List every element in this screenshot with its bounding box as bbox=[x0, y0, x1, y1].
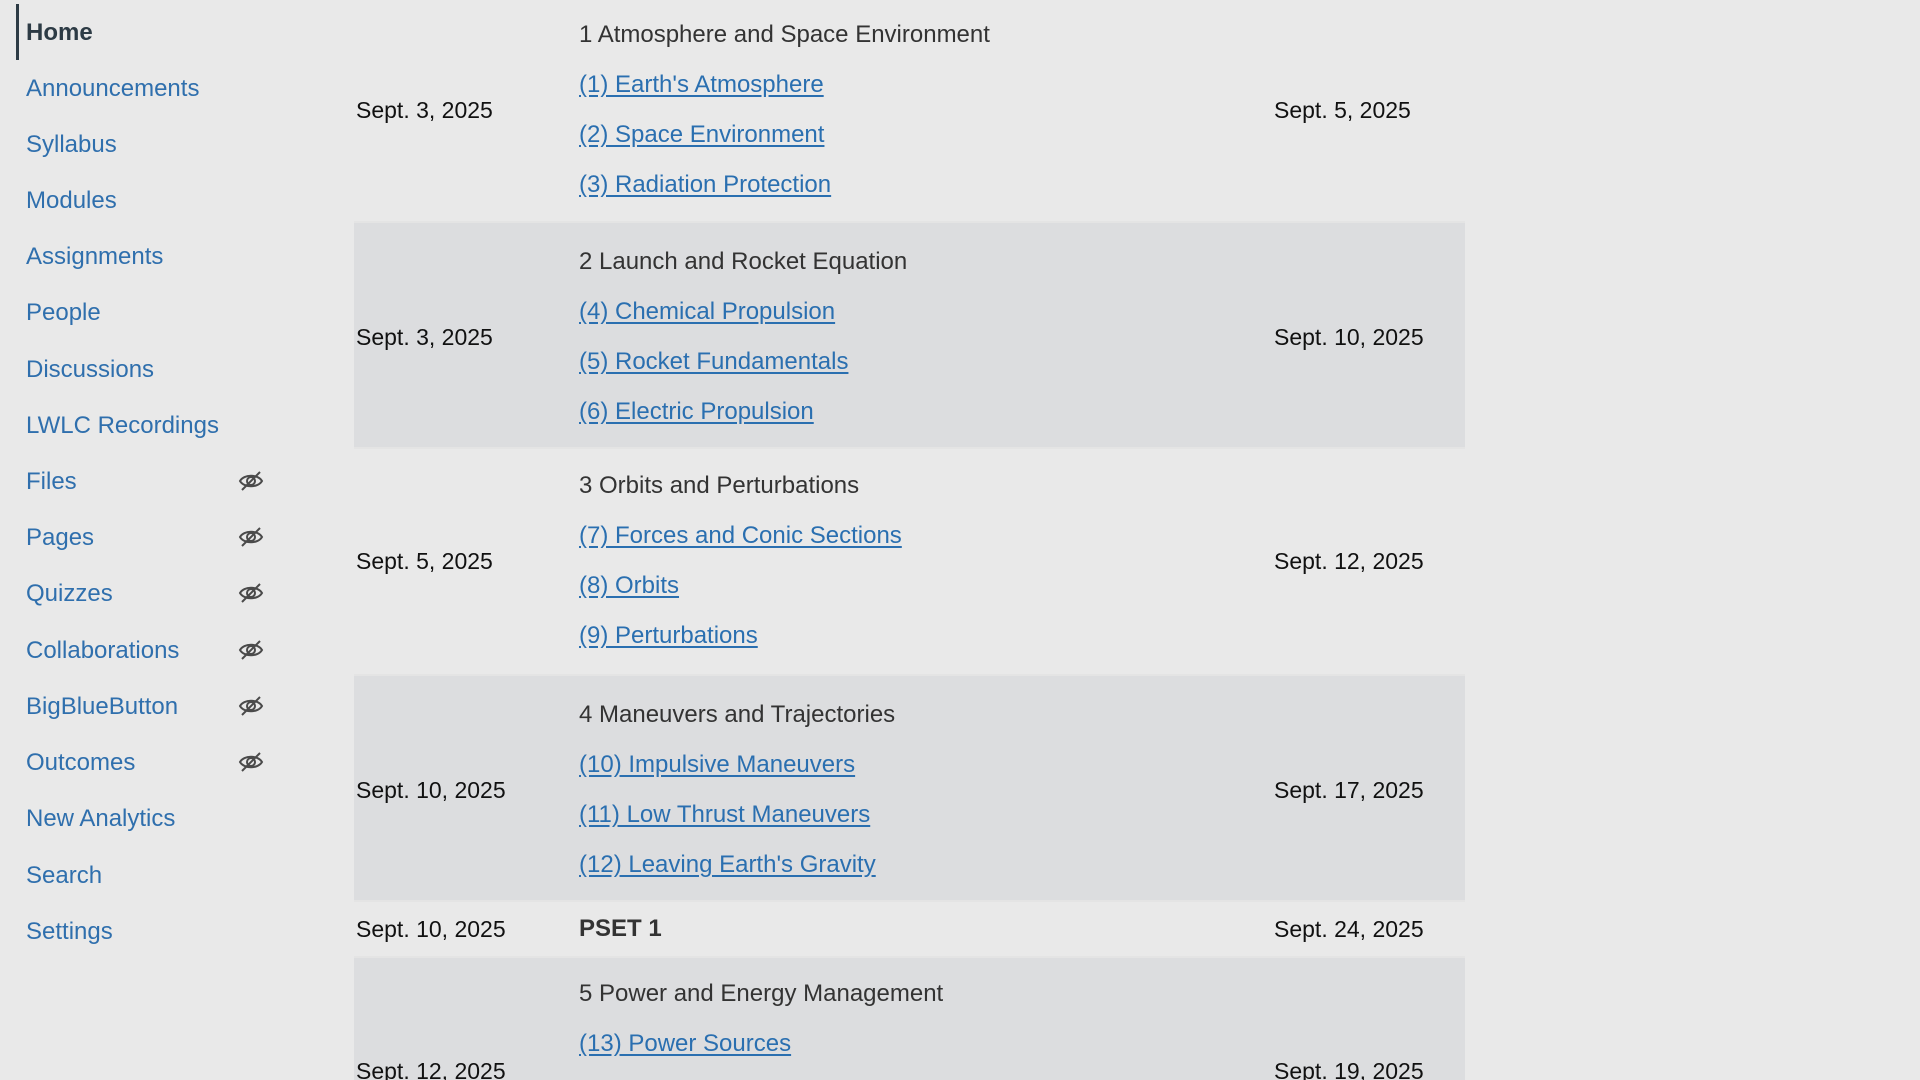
sidebar-item-label: LWLC Recordings bbox=[26, 412, 219, 439]
sidebar-item-label: People bbox=[26, 299, 101, 326]
eye-slash-icon bbox=[238, 471, 264, 491]
sidebar-item-label: Pages bbox=[26, 524, 95, 551]
sidebar-item-home[interactable]: Home bbox=[26, 13, 246, 53]
lecture-link[interactable]: (10) Impulsive Maneuvers bbox=[579, 751, 855, 779]
module-title: 3 Orbits and Perturbations bbox=[579, 472, 860, 499]
sidebar-item-pages[interactable]: Pages bbox=[26, 518, 264, 558]
due-date: Sept. 24, 2025 bbox=[1274, 916, 1424, 942]
lecture-link[interactable]: (8) Orbits bbox=[579, 572, 679, 600]
eye-slash-icon bbox=[238, 527, 264, 547]
sidebar-item-lwlc-recordings[interactable]: LWLC Recordings bbox=[26, 406, 246, 446]
sidebar-item-label: Collaborations bbox=[26, 637, 180, 664]
sidebar-item-label: Discussions bbox=[26, 356, 155, 383]
sidebar-item-discussions[interactable]: Discussions bbox=[26, 350, 246, 390]
sidebar-item-label: Outcomes bbox=[26, 749, 136, 776]
start-date: Sept. 10, 2025 bbox=[356, 916, 506, 942]
page: Home Announcements Syllabus Modules Assi… bbox=[0, 0, 1920, 1080]
lecture-link[interactable]: (11) Low Thrust Maneuvers bbox=[579, 801, 870, 829]
sidebar-item-syllabus[interactable]: Syllabus bbox=[26, 125, 246, 165]
sidebar-item-files[interactable]: Files bbox=[26, 462, 264, 502]
sidebar-item-collaborations[interactable]: Collaborations bbox=[26, 631, 264, 671]
sidebar-item-announcements[interactable]: Announcements bbox=[26, 69, 246, 109]
module-title: 1 Atmosphere and Space Environment bbox=[579, 21, 990, 48]
lecture-link[interactable]: (4) Chemical Propulsion bbox=[579, 298, 835, 326]
table-row: Sept. 10, 2025 PSET 1 Sept. 24, 2025 bbox=[354, 902, 1465, 956]
assignment-title: PSET 1 bbox=[579, 915, 662, 942]
eye-slash-icon bbox=[238, 583, 264, 603]
sidebar-item-label: Settings bbox=[26, 918, 113, 945]
start-date: Sept. 3, 2025 bbox=[356, 324, 493, 350]
sidebar-item-label: Files bbox=[26, 468, 77, 495]
module-title: 2 Launch and Rocket Equation bbox=[579, 248, 908, 275]
start-date: Sept. 3, 2025 bbox=[356, 97, 493, 123]
lecture-link[interactable]: (2) Space Environment bbox=[579, 121, 824, 149]
sidebar-item-label: Syllabus bbox=[26, 131, 117, 158]
sidebar-item-new-analytics[interactable]: New Analytics bbox=[26, 799, 246, 839]
lecture-link[interactable]: (3) Radiation Protection bbox=[579, 171, 831, 199]
table-row: Sept. 3, 2025 1 Atmosphere and Space Env… bbox=[354, 0, 1465, 221]
table-row: Sept. 3, 2025 2 Launch and Rocket Equati… bbox=[354, 221, 1465, 449]
course-nav-sidebar: Home Announcements Syllabus Modules Assi… bbox=[0, 0, 264, 1080]
sidebar-item-label: BigBlueButton bbox=[26, 693, 179, 720]
table-row: Sept. 12, 2025 5 Power and Energy Manage… bbox=[354, 956, 1465, 1080]
due-date: Sept. 12, 2025 bbox=[1274, 548, 1424, 574]
module-title: 5 Power and Energy Management bbox=[579, 980, 944, 1007]
sidebar-item-search[interactable]: Search bbox=[26, 856, 246, 896]
start-date: Sept. 12, 2025 bbox=[356, 1058, 506, 1080]
lecture-link[interactable]: (13) Power Sources bbox=[579, 1030, 791, 1058]
due-date: Sept. 10, 2025 bbox=[1274, 324, 1424, 350]
sidebar-item-label: Quizzes bbox=[26, 580, 113, 607]
due-date: Sept. 5, 2025 bbox=[1274, 97, 1411, 123]
sidebar-item-assignments[interactable]: Assignments bbox=[26, 237, 246, 277]
sidebar-item-label: Announcements bbox=[26, 75, 200, 102]
sidebar-item-settings[interactable]: Settings bbox=[26, 912, 246, 952]
table-row: Sept. 5, 2025 3 Orbits and Perturbations… bbox=[354, 449, 1465, 674]
eye-slash-icon bbox=[238, 752, 264, 772]
sidebar-item-label: Assignments bbox=[26, 243, 164, 270]
sidebar-item-label: New Analytics bbox=[26, 805, 176, 832]
sidebar-item-outcomes[interactable]: Outcomes bbox=[26, 743, 264, 783]
lecture-link[interactable]: (7) Forces and Conic Sections bbox=[579, 522, 902, 550]
sidebar-item-quizzes[interactable]: Quizzes bbox=[26, 574, 264, 614]
due-date: Sept. 19, 2025 bbox=[1274, 1058, 1424, 1080]
sidebar-item-bigbluebutton[interactable]: BigBlueButton bbox=[26, 687, 264, 727]
lecture-link[interactable]: (5) Rocket Fundamentals bbox=[579, 348, 848, 376]
lecture-link[interactable]: (9) Perturbations bbox=[579, 622, 758, 650]
sidebar-item-people[interactable]: People bbox=[26, 293, 246, 333]
lecture-link[interactable]: (1) Earth's Atmosphere bbox=[579, 71, 824, 99]
eye-slash-icon bbox=[238, 640, 264, 660]
due-date: Sept. 17, 2025 bbox=[1274, 777, 1424, 803]
start-date: Sept. 10, 2025 bbox=[356, 777, 506, 803]
sidebar-item-modules[interactable]: Modules bbox=[26, 181, 246, 221]
sidebar-item-label: Modules bbox=[26, 187, 117, 214]
sidebar-item-label: Home bbox=[26, 19, 93, 46]
table-row: Sept. 10, 2025 4 Maneuvers and Trajector… bbox=[354, 674, 1465, 902]
lecture-link[interactable]: (6) Electric Propulsion bbox=[579, 398, 814, 426]
module-title: 4 Maneuvers and Trajectories bbox=[579, 701, 896, 728]
active-indicator bbox=[16, 4, 19, 60]
lecture-link[interactable]: (12) Leaving Earth's Gravity bbox=[579, 851, 876, 879]
start-date: Sept. 5, 2025 bbox=[356, 548, 493, 574]
eye-slash-icon bbox=[238, 696, 264, 716]
sidebar-item-label: Search bbox=[26, 862, 103, 889]
